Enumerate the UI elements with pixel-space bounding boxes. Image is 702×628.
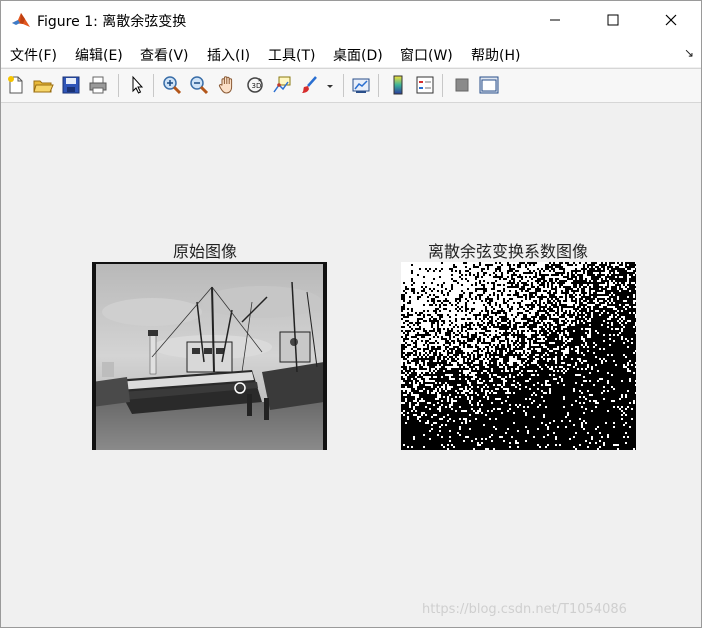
axes-title-dct: 离散余弦变换系数图像 [428, 242, 589, 261]
print-icon[interactable] [87, 74, 109, 96]
title-bar: Figure 1: 离散余弦变换 [1, 1, 701, 39]
window-title: Figure 1: 离散余弦变换 [37, 14, 187, 30]
pan-hand-icon[interactable] [216, 74, 238, 96]
brush-dropdown-icon[interactable] [324, 74, 336, 96]
pointer-icon[interactable] [126, 74, 148, 96]
figure-window: Figure 1: 离散余弦变换 文件(F) 编辑(E) 查看(V) 插入(I)… [0, 0, 702, 628]
brush-icon[interactable] [299, 74, 321, 96]
toolbar-separator [442, 74, 443, 97]
legend-icon[interactable] [414, 74, 436, 96]
menu-desktop[interactable]: 桌面(D) [333, 45, 383, 65]
rotate-3d-icon[interactable]: 3D [244, 74, 266, 96]
toolbar-separator [343, 74, 344, 97]
dct-coefficient-image [401, 262, 636, 450]
zoom-out-icon[interactable] [188, 74, 210, 96]
figure-toolbar: 3D [1, 68, 701, 103]
menu-window[interactable]: 窗口(W) [400, 45, 453, 65]
colorbar-icon[interactable] [387, 74, 409, 96]
show-plot-tools-icon[interactable] [478, 74, 500, 96]
dock-arrow-icon[interactable]: ↘ [684, 46, 694, 60]
menu-view[interactable]: 查看(V) [140, 45, 189, 65]
hide-plot-tools-icon[interactable] [451, 74, 473, 96]
toolbar-separator [118, 74, 119, 97]
svg-text:3D: 3D [252, 82, 262, 90]
toolbar-separator [378, 74, 379, 97]
link-plot-icon[interactable] [350, 74, 372, 96]
watermark: https://blog.csdn.net/T1054086 [422, 602, 627, 617]
menu-bar: 文件(F) 编辑(E) 查看(V) 插入(I) 工具(T) 桌面(D) 窗口(W… [1, 39, 701, 67]
close-button[interactable] [648, 1, 694, 39]
open-file-icon[interactable] [32, 74, 54, 96]
axes-title-original: 原始图像 [173, 242, 238, 261]
menu-tools[interactable]: 工具(T) [268, 45, 315, 65]
menu-edit[interactable]: 编辑(E) [75, 45, 123, 65]
menu-insert[interactable]: 插入(I) [207, 45, 250, 65]
menu-help[interactable]: 帮助(H) [471, 45, 520, 65]
zoom-in-icon[interactable] [161, 74, 183, 96]
matlab-logo-icon [11, 10, 31, 30]
original-image [92, 262, 327, 450]
menu-file[interactable]: 文件(F) [10, 45, 57, 65]
toolbar-separator [153, 74, 154, 97]
save-icon[interactable] [60, 74, 82, 96]
minimize-button[interactable] [532, 1, 578, 39]
new-figure-icon[interactable] [5, 74, 27, 96]
data-cursor-icon[interactable] [271, 74, 293, 96]
maximize-button[interactable] [590, 1, 636, 39]
